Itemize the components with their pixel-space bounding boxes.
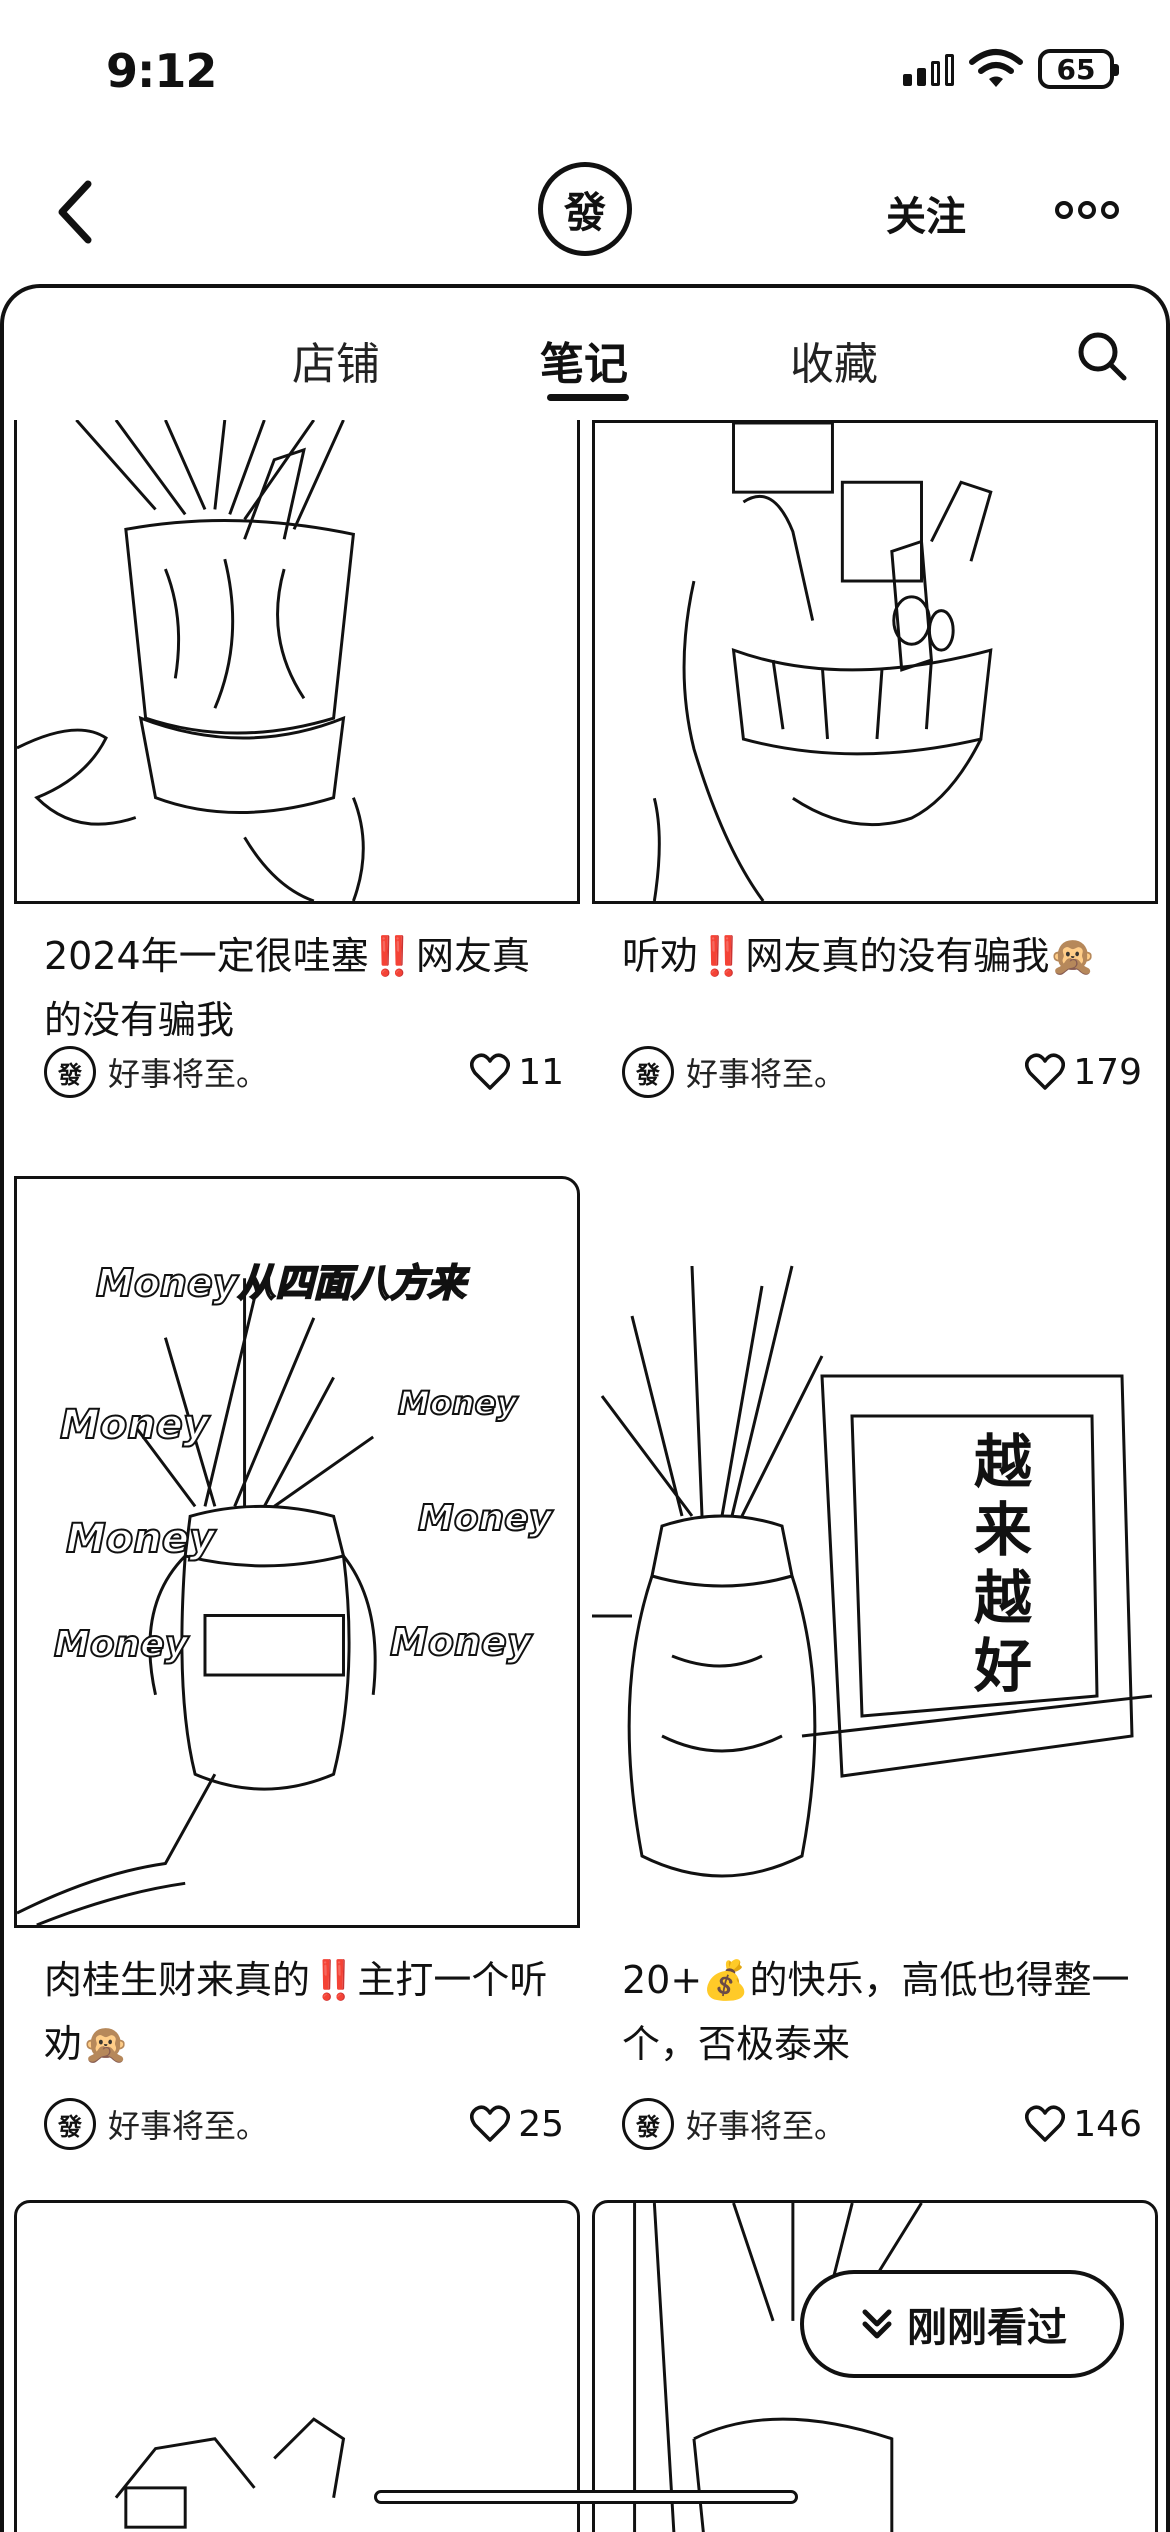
author-avatar-glyph: 發	[58, 1060, 82, 1089]
overlay-money-text: Money	[59, 1401, 210, 1449]
like-count: 25	[518, 2103, 564, 2145]
note-meta: 發 好事将至。 25	[44, 2094, 564, 2154]
note-meta: 發 好事将至。 11	[44, 1042, 564, 1102]
note-image[interactable]	[14, 2200, 580, 2532]
overlay-money-text: Money	[397, 1383, 518, 1423]
plant-frame-image	[592, 1265, 1153, 1878]
status-icons: 65	[903, 48, 1119, 90]
note-card[interactable]	[14, 2200, 580, 2532]
note-card[interactable]: 听劝‼️网友真的没有骗我🙊 發 好事将至。 179	[592, 420, 1158, 1100]
note-title[interactable]: 20+💰的快乐，高低也得整一个，否极泰来	[622, 1948, 1142, 2076]
note-card[interactable]: 越来越好 20+💰的快乐，高低也得整一个，否极泰来 發 好事将至。 146	[592, 1176, 1158, 2166]
status-bar: 9:12 65	[0, 0, 1170, 140]
author-avatar-glyph: 發	[636, 1060, 660, 1089]
heart-icon	[470, 1053, 511, 1090]
author-avatar-glyph: 發	[636, 2112, 660, 2141]
double-chevron-down-icon	[862, 2309, 892, 2339]
wifi-icon	[969, 49, 1023, 87]
author-name[interactable]: 好事将至。	[686, 2101, 1025, 2147]
like-button[interactable]: 11	[470, 1052, 564, 1093]
overlay-money-text: Money	[65, 1515, 216, 1563]
author-avatar[interactable]: 發	[44, 1046, 96, 1098]
note-image[interactable]	[592, 420, 1158, 904]
heart-icon	[1025, 2105, 1066, 2142]
author-avatar[interactable]: 發	[44, 2098, 96, 2150]
like-button[interactable]: 25	[470, 2104, 564, 2145]
author-avatar[interactable]: 發	[622, 2098, 674, 2150]
cellular-signal-icon	[903, 52, 954, 86]
tab-notes[interactable]: 笔记	[540, 328, 628, 392]
note-title[interactable]: 肉桂生财来真的‼️主打一个听劝🙊	[44, 1948, 564, 2076]
note-meta: 發 好事将至。 179	[622, 1042, 1142, 1102]
search-icon[interactable]	[1074, 328, 1130, 384]
note-image[interactable]	[592, 1176, 1158, 1928]
store-avatar-glyph: 發	[563, 187, 606, 237]
like-count: 146	[1073, 2103, 1142, 2145]
note-image[interactable]	[14, 420, 580, 904]
note-image-partial	[114, 2417, 346, 2529]
tab-bar: 店铺 笔记 收藏	[4, 288, 1166, 408]
like-count: 11	[518, 1051, 564, 1093]
author-name[interactable]: 好事将至。	[108, 1049, 470, 1095]
note-title[interactable]: 2024年一定很哇塞‼️网友真的没有骗我	[44, 924, 564, 1052]
overlay-money-text: Money	[389, 1619, 533, 1665]
note-card[interactable]: 2024年一定很哇塞‼️网友真的没有骗我 發 好事将至。 11	[14, 420, 580, 1100]
profile-header: 發 关注	[0, 150, 1170, 270]
note-meta: 發 好事将至。 146	[622, 2094, 1142, 2154]
author-name[interactable]: 好事将至。	[108, 2101, 470, 2147]
like-button[interactable]: 179	[1025, 1052, 1142, 1093]
back-icon[interactable]	[48, 178, 108, 246]
like-button[interactable]: 146	[1025, 2104, 1142, 2145]
battery-icon: 65	[1038, 49, 1119, 89]
heart-icon	[470, 2105, 511, 2142]
store-avatar[interactable]: 發	[538, 162, 632, 256]
home-indicator[interactable]	[374, 2490, 798, 2504]
overlay-title: Money从四面八方来	[95, 1260, 467, 1306]
author-name[interactable]: 好事将至。	[686, 1049, 1025, 1095]
tab-active-indicator	[547, 394, 629, 401]
note-title[interactable]: 听劝‼️网友真的没有骗我🙊	[622, 924, 1142, 988]
follow-button[interactable]: 关注	[886, 184, 966, 242]
tab-favorites[interactable]: 收藏	[790, 328, 878, 392]
recently-viewed-label: 刚刚看过	[907, 2305, 1067, 2351]
more-icon[interactable]	[1054, 190, 1120, 230]
money-jar-image	[652, 423, 993, 901]
author-avatar-glyph: 發	[58, 2112, 82, 2141]
heart-icon	[1025, 1053, 1066, 1090]
battery-level: 65	[1056, 52, 1096, 86]
recently-viewed-button[interactable]: 刚刚看过	[800, 2270, 1124, 2378]
overlay-money-text: Money	[417, 1497, 553, 1540]
author-avatar[interactable]: 發	[622, 1046, 674, 1098]
app-screen: { "status_bar": {"time": "9:12", "batter…	[0, 0, 1170, 2532]
frame-calligraphy: 越来越好	[973, 1428, 1032, 1700]
plant-jar-image	[17, 420, 365, 901]
status-time: 9:12	[106, 44, 217, 98]
tab-store[interactable]: 店铺	[292, 328, 380, 392]
note-card[interactable]: Money从四面八方来 Money Money Money Money Mone…	[14, 1176, 580, 2166]
like-count: 179	[1073, 1051, 1142, 1093]
overlay-money-text: Money	[53, 1623, 189, 1666]
